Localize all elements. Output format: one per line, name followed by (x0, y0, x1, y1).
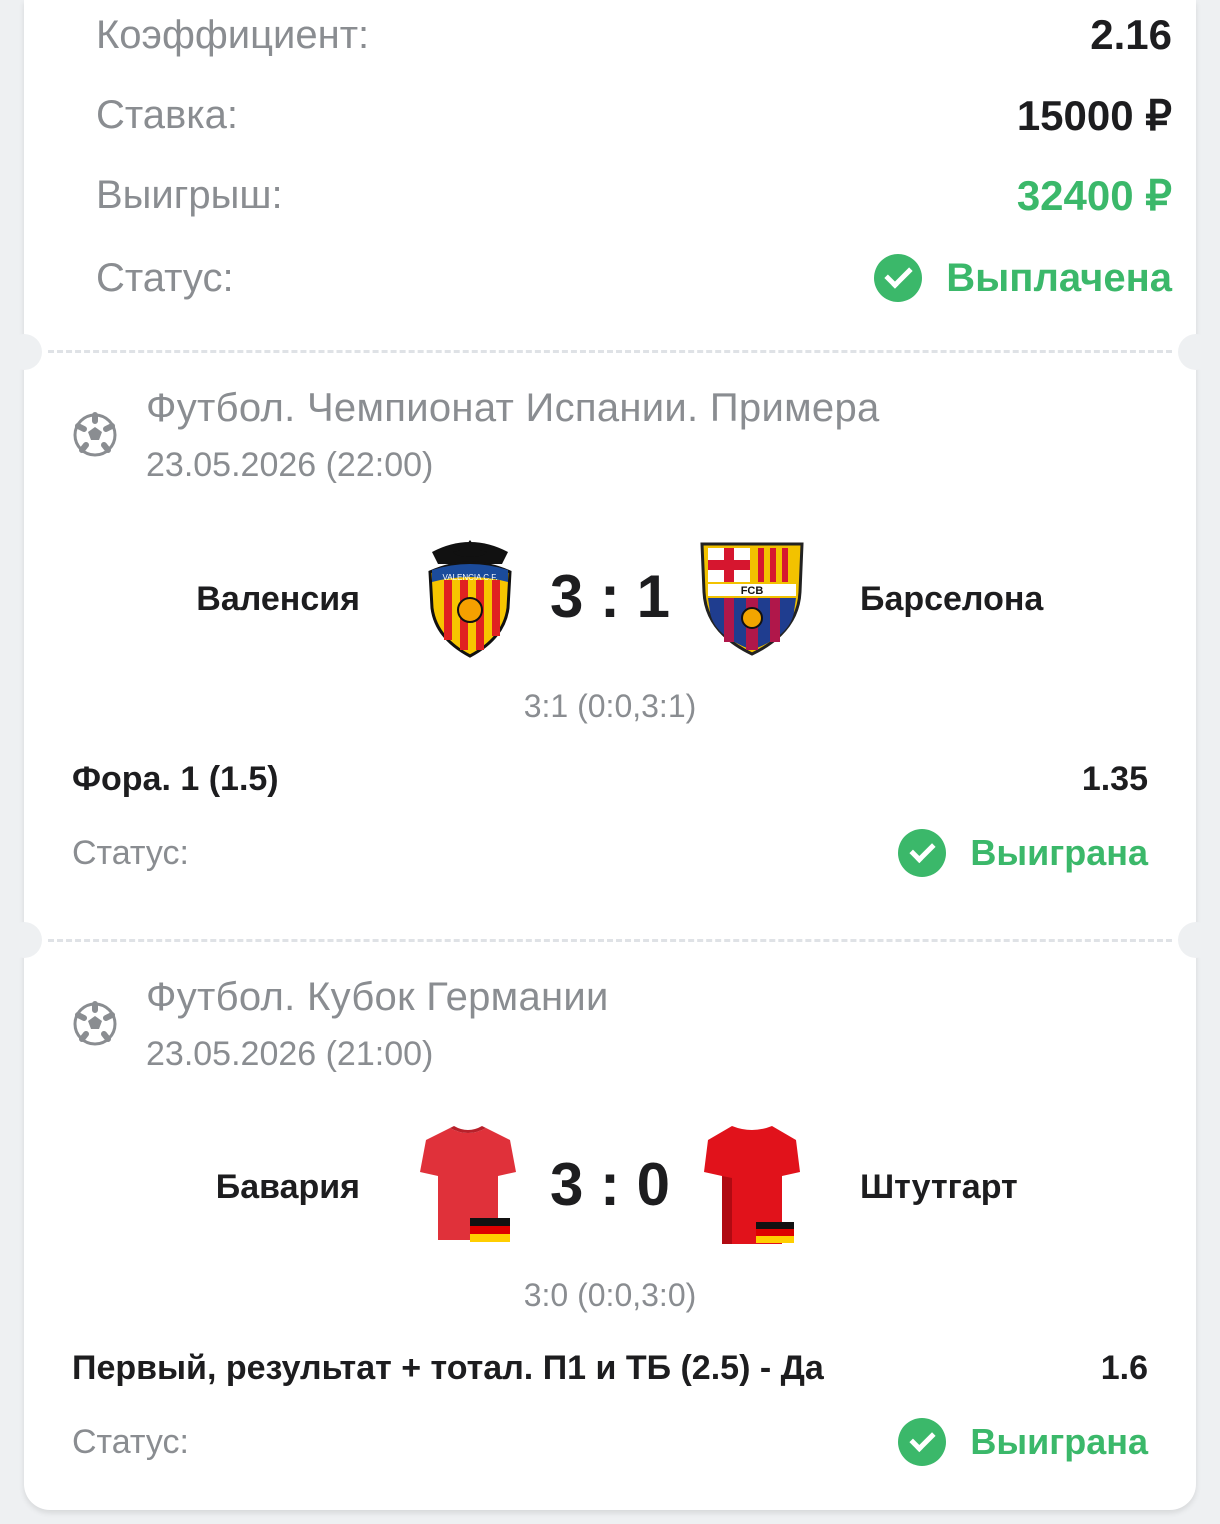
match-score: 3 : 0 (549, 1151, 671, 1218)
bet-status-value: Выплачена (946, 255, 1172, 300)
barcelona-crest-text: FCB (741, 585, 764, 597)
ticket-notch-right (1178, 334, 1214, 370)
soccer-ball-icon (73, 1001, 117, 1046)
bayern-jersey-icon (420, 1126, 516, 1242)
bet-status-label: Статус: (96, 255, 234, 300)
barcelona-crest-logo: FCB (700, 542, 804, 656)
match-score: 3 : 1 (549, 563, 671, 630)
stake-value: 15000 ₽ (1016, 91, 1172, 139)
event-date: 23.05.2026 (22:00) (146, 446, 434, 484)
market-name: Первый, результат + тотал. П1 и ТБ (2.5)… (72, 1349, 824, 1387)
stuttgart-jersey-icon (704, 1126, 800, 1244)
ticket-notch-left (6, 334, 42, 370)
stake-label: Ставка: (96, 92, 238, 137)
divider (48, 350, 1172, 353)
ticket-notch-left (6, 922, 42, 958)
event-date: 23.05.2026 (21:00) (146, 1035, 434, 1073)
coef-label: Коэффициент: (96, 12, 370, 57)
away-team: Штутгарт (860, 1168, 1018, 1206)
event-status-label: Статус: (72, 833, 189, 872)
valencia-crest-logo: VALENCIA C.F. (428, 540, 512, 658)
event-status: Выиграна (898, 1418, 1148, 1466)
league-name: Футбол. Чемпионат Испании. Примера (146, 386, 880, 430)
divider (48, 939, 1172, 942)
market-odds: 1.6 (1100, 1349, 1148, 1387)
home-team: Валенсия (196, 580, 360, 618)
check-circle-icon (898, 1418, 947, 1466)
check-circle-icon (898, 829, 947, 877)
event-status: Выиграна (898, 829, 1148, 877)
win-label: Выигрыш: (96, 172, 283, 217)
market-name: Фора. 1 (1.5) (72, 760, 279, 798)
coef-row: Коэффициент: 2.16 (96, 10, 1172, 60)
win-row: Выигрыш: 32400 ₽ (96, 170, 1172, 220)
league-name: Футбол. Кубок Германии (146, 975, 609, 1019)
event-status-row: Статус: Выиграна (72, 826, 1148, 880)
valencia-crest-text: VALENCIA C.F. (443, 573, 498, 582)
score-detail: 3:0 (0:0,3:0) (523, 1277, 697, 1313)
stake-row: Ставка: 15000 ₽ (96, 90, 1172, 140)
bet-status-row: Статус: Выплачена (96, 250, 1172, 306)
event-status-value: Выиграна (970, 1421, 1148, 1462)
event-status-row: Статус: Выиграна (72, 1415, 1148, 1469)
event-status-value: Выиграна (970, 832, 1148, 873)
soccer-ball-icon (73, 412, 117, 457)
bet-status: Выплачена (874, 254, 1172, 302)
score-detail: 3:1 (0:0,3:1) (523, 688, 697, 724)
event-status-label: Статус: (72, 1422, 189, 1461)
coef-value: 2.16 (1090, 11, 1172, 58)
market-odds: 1.35 (1081, 760, 1148, 798)
ticket-notch-right (1178, 922, 1214, 958)
home-team: Бавария (215, 1168, 360, 1206)
check-circle-icon (874, 254, 923, 302)
away-team: Барселона (860, 580, 1044, 618)
win-value: 32400 ₽ (1016, 171, 1172, 219)
